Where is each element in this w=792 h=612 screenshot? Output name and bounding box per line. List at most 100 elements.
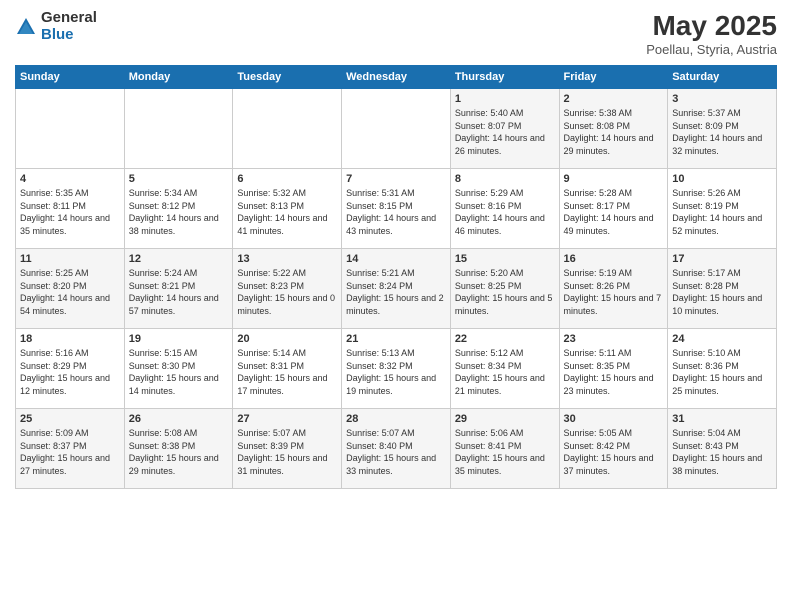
- day-info: Sunrise: 5:07 AM Sunset: 8:40 PM Dayligh…: [346, 427, 446, 477]
- day-number: 7: [346, 173, 446, 185]
- day-number: 31: [672, 413, 772, 425]
- day-number: 18: [20, 333, 120, 345]
- day-number: 6: [237, 173, 337, 185]
- day-info: Sunrise: 5:08 AM Sunset: 8:38 PM Dayligh…: [129, 427, 229, 477]
- day-cell: 14 Sunrise: 5:21 AM Sunset: 8:24 PM Dayli…: [342, 249, 451, 329]
- day-number: 4: [20, 173, 120, 185]
- day-number: 22: [455, 333, 555, 345]
- day-cell: 20 Sunrise: 5:14 AM Sunset: 8:31 PM Dayli…: [233, 329, 342, 409]
- day-info: Sunrise: 5:34 AM Sunset: 8:12 PM Dayligh…: [129, 187, 229, 237]
- day-number: 16: [564, 253, 664, 265]
- day-number: 3: [672, 93, 772, 105]
- day-cell: [342, 89, 451, 169]
- day-cell: 25 Sunrise: 5:09 AM Sunset: 8:37 PM Dayli…: [16, 409, 125, 489]
- header-row: SundayMondayTuesdayWednesdayThursdayFrid…: [16, 66, 777, 89]
- day-info: Sunrise: 5:17 AM Sunset: 8:28 PM Dayligh…: [672, 267, 772, 317]
- day-cell: 9 Sunrise: 5:28 AM Sunset: 8:17 PM Daylig…: [559, 169, 668, 249]
- day-number: 28: [346, 413, 446, 425]
- week-row-5: 25 Sunrise: 5:09 AM Sunset: 8:37 PM Dayli…: [16, 409, 777, 489]
- day-info: Sunrise: 5:20 AM Sunset: 8:25 PM Dayligh…: [455, 267, 555, 317]
- week-row-2: 4 Sunrise: 5:35 AM Sunset: 8:11 PM Daylig…: [16, 169, 777, 249]
- day-info: Sunrise: 5:11 AM Sunset: 8:35 PM Dayligh…: [564, 347, 664, 397]
- day-cell: 10Sunrise: 5:26 AM Sunset: 8:19 PM Dayli…: [668, 169, 777, 249]
- day-cell: [233, 89, 342, 169]
- day-info: Sunrise: 5:13 AM Sunset: 8:32 PM Dayligh…: [346, 347, 446, 397]
- day-cell: 26 Sunrise: 5:08 AM Sunset: 8:38 PM Dayli…: [124, 409, 233, 489]
- day-number: 20: [237, 333, 337, 345]
- day-number: 5: [129, 173, 229, 185]
- day-info: Sunrise: 5:22 AM Sunset: 8:23 PM Dayligh…: [237, 267, 337, 317]
- day-info: Sunrise: 5:28 AM Sunset: 8:17 PM Dayligh…: [564, 187, 664, 237]
- day-cell: [16, 89, 125, 169]
- day-number: 19: [129, 333, 229, 345]
- day-cell: [124, 89, 233, 169]
- day-number: 23: [564, 333, 664, 345]
- day-cell: 18 Sunrise: 5:16 AM Sunset: 8:29 PM Dayli…: [16, 329, 125, 409]
- day-cell: 19 Sunrise: 5:15 AM Sunset: 8:30 PM Dayli…: [124, 329, 233, 409]
- day-cell: 8Sunrise: 5:29 AM Sunset: 8:16 PM Daylig…: [450, 169, 559, 249]
- logo-text: General Blue: [41, 10, 97, 43]
- day-info: Sunrise: 5:24 AM Sunset: 8:21 PM Dayligh…: [129, 267, 229, 317]
- day-info: Sunrise: 5:05 AM Sunset: 8:42 PM Dayligh…: [564, 427, 664, 477]
- day-cell: 16 Sunrise: 5:19 AM Sunset: 8:26 PM Dayli…: [559, 249, 668, 329]
- day-info: Sunrise: 5:38 AM Sunset: 8:08 PM Dayligh…: [564, 107, 664, 157]
- day-cell: 12 Sunrise: 5:24 AM Sunset: 8:21 PM Dayli…: [124, 249, 233, 329]
- day-info: Sunrise: 5:09 AM Sunset: 8:37 PM Dayligh…: [20, 427, 120, 477]
- day-info: Sunrise: 5:32 AM Sunset: 8:13 PM Dayligh…: [237, 187, 337, 237]
- week-row-1: 1Sunrise: 5:40 AM Sunset: 8:07 PM Daylig…: [16, 89, 777, 169]
- day-cell: 2 Sunrise: 5:38 AM Sunset: 8:08 PM Daylig…: [559, 89, 668, 169]
- day-cell: 4 Sunrise: 5:35 AM Sunset: 8:11 PM Daylig…: [16, 169, 125, 249]
- day-number: 25: [20, 413, 120, 425]
- day-cell: 30Sunrise: 5:05 AM Sunset: 8:42 PM Dayli…: [559, 409, 668, 489]
- day-cell: 1Sunrise: 5:40 AM Sunset: 8:07 PM Daylig…: [450, 89, 559, 169]
- day-number: 2: [564, 93, 664, 105]
- day-number: 11: [20, 253, 120, 265]
- day-info: Sunrise: 5:14 AM Sunset: 8:31 PM Dayligh…: [237, 347, 337, 397]
- day-number: 12: [129, 253, 229, 265]
- day-number: 14: [346, 253, 446, 265]
- header-cell-saturday: Saturday: [668, 66, 777, 89]
- day-number: 27: [237, 413, 337, 425]
- calendar-subtitle: Poellau, Styria, Austria: [646, 42, 777, 57]
- calendar-title: May 2025: [646, 10, 777, 42]
- day-number: 10: [672, 173, 772, 185]
- logo-blue: Blue: [41, 27, 97, 44]
- day-cell: 15 Sunrise: 5:20 AM Sunset: 8:25 PM Dayli…: [450, 249, 559, 329]
- logo-icon: [15, 16, 37, 38]
- day-info: Sunrise: 5:16 AM Sunset: 8:29 PM Dayligh…: [20, 347, 120, 397]
- header-cell-thursday: Thursday: [450, 66, 559, 89]
- day-info: Sunrise: 5:19 AM Sunset: 8:26 PM Dayligh…: [564, 267, 664, 317]
- day-info: Sunrise: 5:06 AM Sunset: 8:41 PM Dayligh…: [455, 427, 555, 477]
- day-number: 24: [672, 333, 772, 345]
- day-info: Sunrise: 5:35 AM Sunset: 8:11 PM Dayligh…: [20, 187, 120, 237]
- day-cell: 7 Sunrise: 5:31 AM Sunset: 8:15 PM Daylig…: [342, 169, 451, 249]
- logo: General Blue: [15, 10, 97, 43]
- header-cell-monday: Monday: [124, 66, 233, 89]
- day-number: 26: [129, 413, 229, 425]
- day-info: Sunrise: 5:15 AM Sunset: 8:30 PM Dayligh…: [129, 347, 229, 397]
- logo-general: General: [41, 10, 97, 27]
- header-cell-wednesday: Wednesday: [342, 66, 451, 89]
- day-cell: 5 Sunrise: 5:34 AM Sunset: 8:12 PM Daylig…: [124, 169, 233, 249]
- day-cell: 11 Sunrise: 5:25 AM Sunset: 8:20 PM Dayli…: [16, 249, 125, 329]
- header-cell-tuesday: Tuesday: [233, 66, 342, 89]
- page: General Blue May 2025 Poellau, Styria, A…: [0, 0, 792, 612]
- day-cell: 3Sunrise: 5:37 AM Sunset: 8:09 PM Daylig…: [668, 89, 777, 169]
- calendar-body: 1Sunrise: 5:40 AM Sunset: 8:07 PM Daylig…: [16, 89, 777, 489]
- day-number: 8: [455, 173, 555, 185]
- week-row-3: 11 Sunrise: 5:25 AM Sunset: 8:20 PM Dayli…: [16, 249, 777, 329]
- header-cell-sunday: Sunday: [16, 66, 125, 89]
- day-info: Sunrise: 5:10 AM Sunset: 8:36 PM Dayligh…: [672, 347, 772, 397]
- day-info: Sunrise: 5:04 AM Sunset: 8:43 PM Dayligh…: [672, 427, 772, 477]
- day-number: 1: [455, 93, 555, 105]
- day-cell: 23 Sunrise: 5:11 AM Sunset: 8:35 PM Dayli…: [559, 329, 668, 409]
- day-info: Sunrise: 5:21 AM Sunset: 8:24 PM Dayligh…: [346, 267, 446, 317]
- day-info: Sunrise: 5:25 AM Sunset: 8:20 PM Dayligh…: [20, 267, 120, 317]
- day-info: Sunrise: 5:31 AM Sunset: 8:15 PM Dayligh…: [346, 187, 446, 237]
- day-cell: 31 Sunrise: 5:04 AM Sunset: 8:43 PM Dayli…: [668, 409, 777, 489]
- calendar-header: SundayMondayTuesdayWednesdayThursdayFrid…: [16, 66, 777, 89]
- day-number: 15: [455, 253, 555, 265]
- day-cell: 24 Sunrise: 5:10 AM Sunset: 8:36 PM Dayli…: [668, 329, 777, 409]
- day-number: 17: [672, 253, 772, 265]
- day-number: 9: [564, 173, 664, 185]
